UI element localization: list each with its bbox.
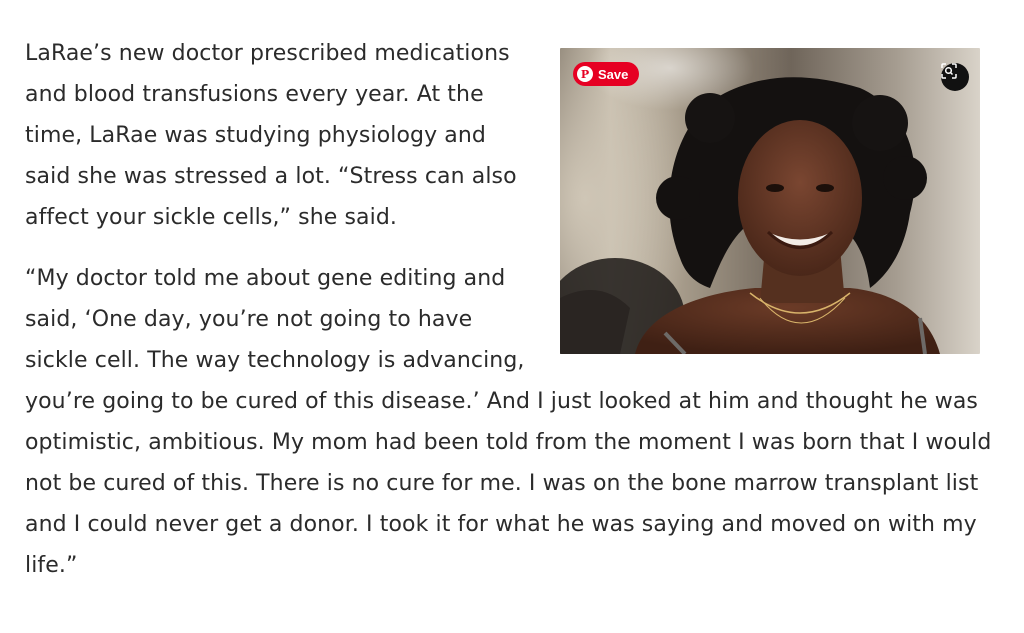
pinterest-logo-icon: P — [577, 66, 593, 82]
pinterest-save-button[interactable]: P Save — [573, 62, 640, 86]
save-button-label: Save — [598, 66, 629, 82]
visual-search-button[interactable] — [941, 63, 969, 91]
portrait-photo: P Save — [560, 48, 980, 354]
visual-search-icon — [941, 63, 957, 79]
article-body: P Save LaRae’s new doctor prescribed med… — [25, 33, 995, 606]
portrait-illustration — [560, 77, 940, 354]
